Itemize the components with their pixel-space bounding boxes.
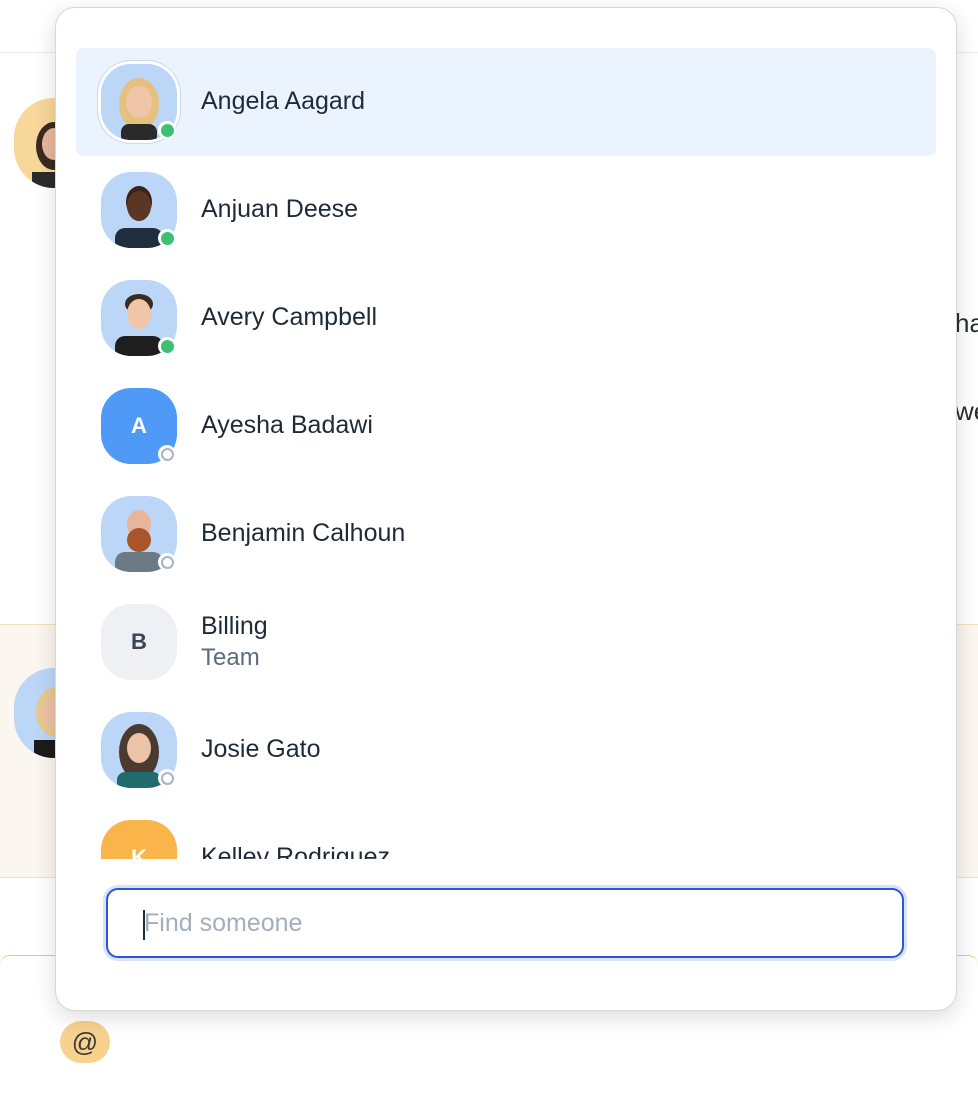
person-name: Josie Gato [201, 735, 321, 764]
avatar-initial: B [131, 629, 147, 654]
offline-status-icon [158, 553, 176, 571]
person-name: Benjamin Calhoun [201, 519, 406, 548]
person-name: Avery Campbell [201, 303, 378, 332]
list-item-kelley-rodriguez[interactable]: K Kelley Rodriguez [76, 804, 936, 859]
search-input[interactable] [142, 907, 902, 939]
list-item-josie-gato[interactable]: Josie Gato [76, 696, 936, 804]
list-item-ayesha-badawi[interactable]: A Ayesha Badawi [76, 372, 936, 480]
person-name: Angela Aagard [201, 87, 366, 116]
mention-button-label: @ [71, 1026, 99, 1057]
avatar: B [101, 604, 177, 680]
list-item-anjuan-deese[interactable]: Anjuan Deese [76, 156, 936, 264]
mention-picker-popup: Angela Aagard Anjuan Deese Avery Campbel… [55, 7, 957, 1011]
group-subtitle: Team [201, 644, 260, 672]
find-someone-field[interactable] [106, 888, 904, 958]
avatar: K [101, 820, 177, 859]
avatar-initial: K [131, 845, 147, 859]
person-name: Anjuan Deese [201, 195, 359, 224]
list-item-billing-team[interactable]: B Billing Team [76, 588, 936, 696]
group-name: Billing [201, 611, 268, 640]
person-name: Kelley Rodriguez [201, 843, 390, 859]
list-item-angela-aagard[interactable]: Angela Aagard [76, 48, 936, 156]
online-status-icon [158, 229, 176, 247]
text-caret [143, 910, 145, 940]
offline-status-icon [158, 445, 176, 463]
list-item-benjamin-calhoun[interactable]: Benjamin Calhoun [76, 480, 936, 588]
list-item-avery-campbell[interactable]: Avery Campbell [76, 264, 936, 372]
online-status-icon [158, 121, 176, 139]
online-status-icon [158, 337, 176, 355]
mention-button[interactable]: @ [60, 1021, 110, 1063]
offline-status-icon [158, 769, 176, 787]
people-list[interactable]: Angela Aagard Anjuan Deese Avery Campbel… [76, 48, 936, 859]
message-text-fragment: ha [955, 308, 978, 338]
person-name: Ayesha Badawi [201, 411, 373, 440]
message-text-fragment: we [955, 396, 978, 426]
